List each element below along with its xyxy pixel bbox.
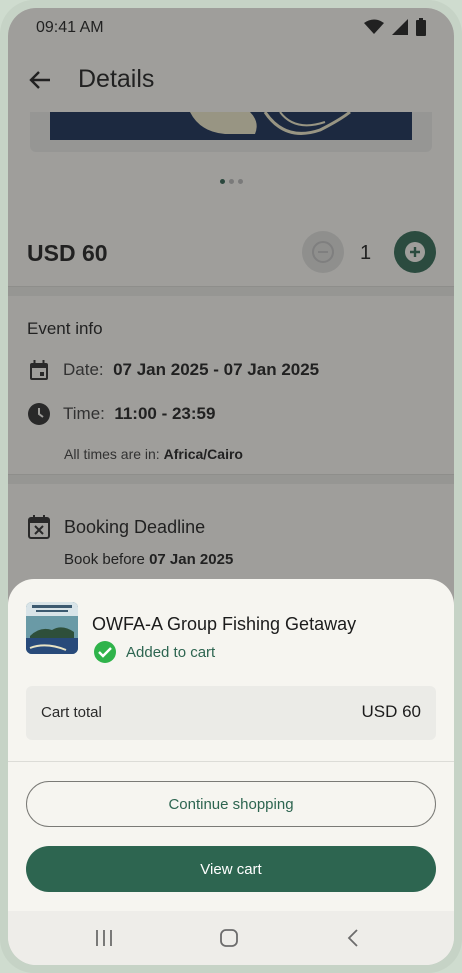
cart-total-box: Cart total USD 60 [26,686,436,740]
screen: 09:41 AM Details USD 60 1 Event info Dat… [8,8,454,965]
check-circle-icon [94,641,116,663]
cart-total-label: Cart total [41,704,102,721]
system-nav-bar [8,911,454,965]
view-cart-button[interactable]: View cart [26,846,436,892]
device-frame: 09:41 AM Details USD 60 1 Event info Dat… [0,0,462,973]
sheet-divider [8,761,454,762]
recents-icon [96,930,112,946]
system-back-button[interactable] [339,925,367,951]
home-button[interactable] [215,925,243,951]
added-to-cart-text: Added to cart [126,643,216,661]
product-thumbnail [26,602,78,654]
home-icon [220,929,238,947]
recents-button[interactable] [90,925,118,951]
added-status: Added to cart [94,641,215,663]
product-title: OWFA-A Group Fishing Getaway [92,614,357,634]
chevron-left-icon [347,929,358,947]
cart-total-value: USD 60 [361,702,421,721]
continue-shopping-button[interactable]: Continue shopping [26,781,436,827]
added-to-cart-sheet: OWFA-A Group Fishing Getaway Added to ca… [8,579,454,965]
product-thumbnail-art [26,602,78,654]
